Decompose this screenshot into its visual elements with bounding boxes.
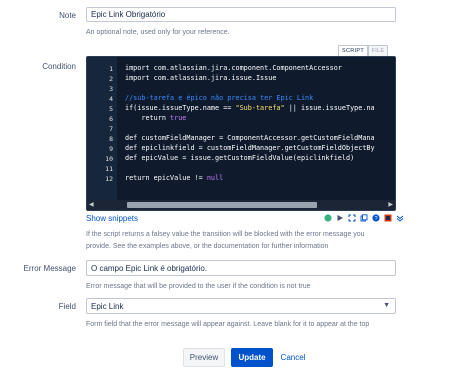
code-editor[interactable]: 1 2 3 4 5 6 7 8 9 10 11 12 import com.at… bbox=[86, 56, 396, 211]
code-line-9: def epiclinkfield = customFieldManager.g… bbox=[125, 144, 375, 152]
error-message-input[interactable]: O campo Epic Link é obrigatório. bbox=[86, 260, 396, 276]
scrollbar-thumb[interactable] bbox=[127, 202, 317, 208]
code-line-6: return true bbox=[125, 114, 187, 122]
field-select-value: Epic Link bbox=[91, 301, 124, 311]
code-line-4: //sub-tarefa e épico não precisa ter Epi… bbox=[125, 94, 314, 102]
show-snippets-link[interactable]: Show snippets bbox=[86, 214, 138, 223]
code-line-8: def customFieldManager = ComponentAccess… bbox=[125, 134, 375, 142]
line-number: 6 bbox=[109, 115, 113, 123]
dropdown-arrow-icon: ▼ bbox=[383, 302, 390, 309]
line-number: 8 bbox=[109, 135, 113, 143]
line-gutter: 1 2 3 4 5 6 7 8 9 10 11 12 bbox=[87, 57, 117, 201]
help-icon[interactable]: ? bbox=[371, 213, 380, 222]
line-number: 1 bbox=[109, 65, 113, 73]
play-icon[interactable] bbox=[335, 213, 344, 222]
error-message-label: Error Message bbox=[23, 264, 76, 273]
line-number: 4 bbox=[109, 95, 113, 103]
error-message-value: O campo Epic Link é obrigatório. bbox=[91, 263, 208, 273]
horizontal-scrollbar[interactable]: ◀ ▶ bbox=[87, 200, 395, 210]
update-button[interactable]: Update bbox=[231, 348, 273, 367]
expand-icon[interactable] bbox=[347, 213, 356, 222]
line-number: 12 bbox=[105, 175, 113, 183]
condition-help-2: provide. See the examples above, or the … bbox=[86, 243, 329, 250]
line-number: 9 bbox=[109, 145, 113, 153]
field-help: Form field that the error message will a… bbox=[86, 321, 370, 328]
line-number: 10 bbox=[105, 155, 113, 163]
condition-help-1: If the script returns a falsey value the… bbox=[86, 231, 365, 238]
note-help: An optional note, used only for your ref… bbox=[86, 29, 230, 36]
code-line-12: return epicValue != null bbox=[125, 174, 224, 182]
line-number: 5 bbox=[109, 105, 113, 113]
code-line-1: import com.atlassian.jira.component.Comp… bbox=[125, 64, 342, 72]
field-label: Field bbox=[58, 302, 76, 311]
note-input[interactable]: Epic Link Obrigatório bbox=[86, 7, 396, 22]
editor-toolbar: ? bbox=[323, 213, 404, 222]
code-line-10: def epicValue = issue.getCustomFieldValu… bbox=[125, 154, 355, 162]
preview-button[interactable]: Preview bbox=[183, 348, 225, 367]
line-number: 11 bbox=[105, 165, 113, 173]
line-number: 3 bbox=[109, 85, 113, 93]
line-number: 7 bbox=[109, 125, 113, 133]
tab-script[interactable]: SCRIPT bbox=[338, 45, 368, 56]
editor-tabs: SCRIPT FILE bbox=[338, 45, 388, 56]
code-line-5: if(issue.issueType.name == "Sub-tarefa" … bbox=[125, 104, 375, 112]
scroll-right-icon[interactable]: ▶ bbox=[388, 201, 393, 208]
chevron-down-icon[interactable] bbox=[395, 213, 404, 222]
plugin-icon[interactable] bbox=[383, 213, 392, 222]
error-message-help: Error message that will be provided to t… bbox=[86, 283, 311, 290]
line-number: 2 bbox=[109, 75, 113, 83]
condition-label: Condition bbox=[42, 62, 76, 71]
copy-icon[interactable] bbox=[359, 213, 368, 222]
note-label: Note bbox=[59, 11, 76, 20]
field-select[interactable]: Epic Link ▼ bbox=[86, 298, 396, 314]
note-value: Epic Link Obrigatório bbox=[91, 10, 166, 19]
cancel-button[interactable]: Cancel bbox=[277, 348, 309, 367]
svg-text:?: ? bbox=[374, 216, 377, 222]
check-circle-icon[interactable] bbox=[323, 213, 332, 222]
scroll-left-icon[interactable]: ◀ bbox=[89, 201, 94, 208]
code-line-2: import com.atlassian.jira.issue.Issue bbox=[125, 74, 277, 82]
tab-file[interactable]: FILE bbox=[368, 45, 388, 56]
